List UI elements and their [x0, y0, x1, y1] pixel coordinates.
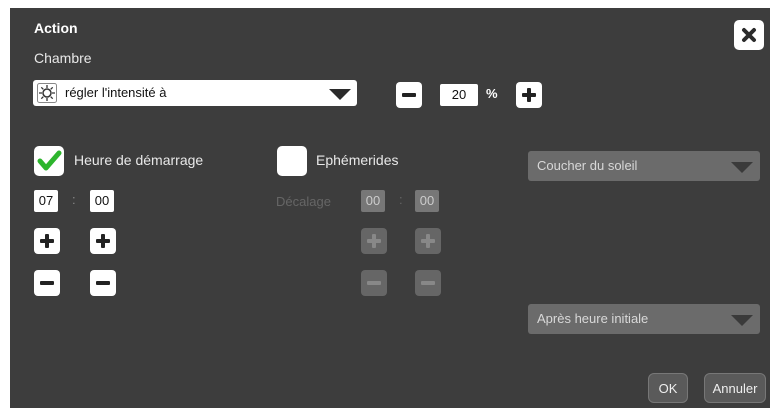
start-minute-decrease-button[interactable]	[90, 270, 116, 296]
offset-hour-input[interactable]: 00	[361, 190, 385, 212]
relation-dropdown[interactable]: Après heure initiale	[528, 304, 760, 334]
minus-icon	[421, 281, 435, 285]
cancel-button[interactable]: Annuler	[704, 373, 766, 403]
start-time-checkbox[interactable]	[34, 146, 64, 176]
chevron-down-icon	[731, 315, 753, 326]
brightness-icon	[37, 83, 57, 103]
close-icon	[742, 28, 756, 42]
ok-button[interactable]: OK	[648, 373, 688, 403]
plus-icon	[96, 234, 110, 248]
plus-icon	[421, 234, 435, 248]
start-hour-input[interactable]: 07	[34, 190, 58, 212]
relation-value: Après heure initiale	[537, 311, 649, 326]
percent-decrease-button[interactable]	[396, 82, 422, 108]
offset-minute-decrease-button[interactable]	[415, 270, 441, 296]
minus-icon	[40, 281, 54, 285]
room-label: Chambre	[34, 50, 92, 66]
action-dialog: Action Chambre régler l'intensité à 20 %…	[10, 8, 770, 408]
plus-icon	[367, 234, 381, 248]
plus-icon	[522, 88, 536, 102]
start-minute-input[interactable]: 00	[90, 190, 114, 212]
start-hour-decrease-button[interactable]	[34, 270, 60, 296]
start-time-label: Heure de démarrage	[74, 152, 204, 168]
chevron-down-icon	[731, 162, 753, 173]
sun-event-dropdown[interactable]: Coucher du soleil	[528, 151, 760, 181]
chevron-down-icon	[329, 89, 351, 100]
checkmark-icon	[37, 150, 62, 171]
percent-increase-button[interactable]	[516, 82, 542, 108]
action-select-value: régler l'intensité à	[65, 85, 167, 100]
minus-icon	[367, 281, 381, 285]
close-button[interactable]	[734, 20, 764, 50]
minus-icon	[402, 93, 416, 97]
ephemerides-label: Ephémerides	[316, 152, 399, 168]
offset-label: Décalage	[276, 194, 331, 209]
percent-input[interactable]: 20	[440, 84, 478, 106]
dialog-title: Action	[34, 20, 78, 36]
offset-hour-decrease-button[interactable]	[361, 270, 387, 296]
ephemerides-checkbox[interactable]	[277, 146, 307, 176]
start-minute-increase-button[interactable]	[90, 228, 116, 254]
offset-separator: :	[399, 192, 403, 207]
time-separator: :	[72, 192, 76, 207]
sun-event-value: Coucher du soleil	[537, 158, 638, 173]
minus-icon	[96, 281, 110, 285]
offset-minute-increase-button[interactable]	[415, 228, 441, 254]
offset-hour-increase-button[interactable]	[361, 228, 387, 254]
plus-icon	[40, 234, 54, 248]
action-select[interactable]: régler l'intensité à	[33, 80, 357, 106]
start-hour-increase-button[interactable]	[34, 228, 60, 254]
percent-symbol: %	[486, 86, 498, 101]
offset-minute-input[interactable]: 00	[415, 190, 439, 212]
